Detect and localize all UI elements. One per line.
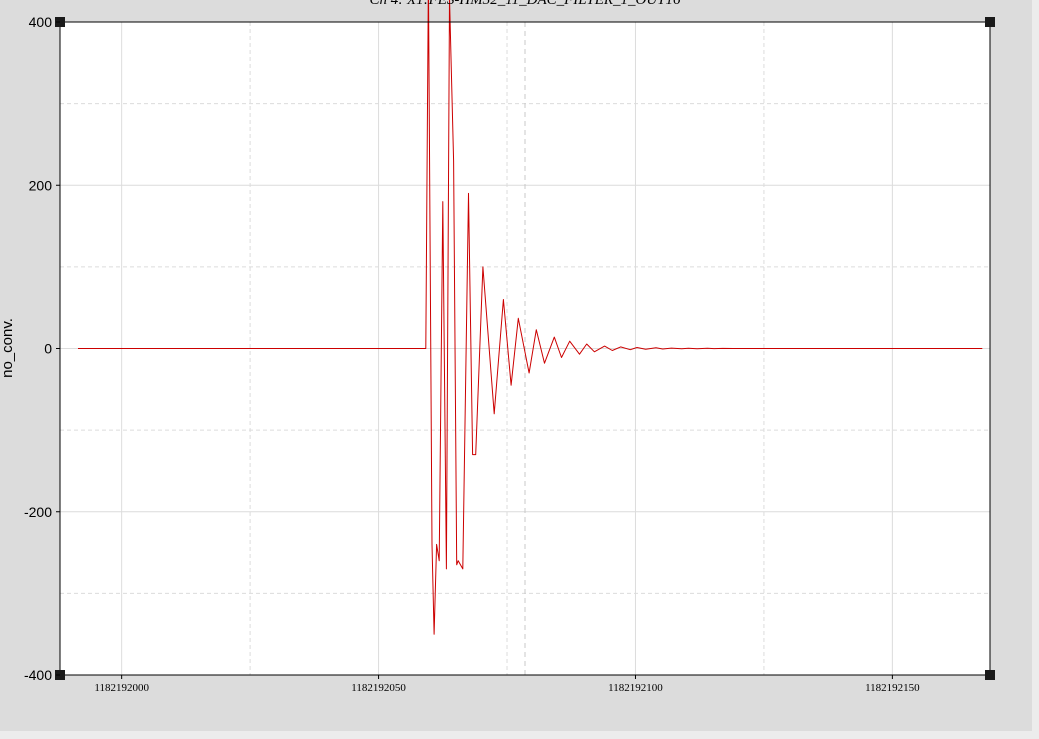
y-tick-label: 400 [29,14,53,30]
y-tick-label: -400 [24,667,52,683]
chart-title: Ch 4: X1:FES-HM32_11_DAC_FILTER_1_OUT16 [369,0,681,8]
resize-handle[interactable] [985,670,995,680]
x-tick-label: 1182192000 [94,682,149,694]
y-axis-label: no_conv. [0,318,16,378]
chart: Ch 4: X1:FES-HM32_11_DAC_FILTER_1_OUT16 … [0,0,995,694]
y-tick-label: 200 [29,177,53,193]
x-tick-label: 1182192150 [865,682,920,694]
y-tick-labels: 400 200 0 -200 -400 [24,14,60,683]
resize-handle[interactable] [985,17,995,27]
x-tick-labels: 1182192000 1182192050 1182192100 1182192150 [94,675,920,694]
y-tick-label: 0 [44,341,52,357]
chart-window: Ch 4: X1:FES-HM32_11_DAC_FILTER_1_OUT16 … [0,0,1039,739]
x-tick-label: 1182192100 [608,682,663,694]
x-tick-label: 1182192050 [351,682,406,694]
y-tick-label: -200 [24,504,52,520]
